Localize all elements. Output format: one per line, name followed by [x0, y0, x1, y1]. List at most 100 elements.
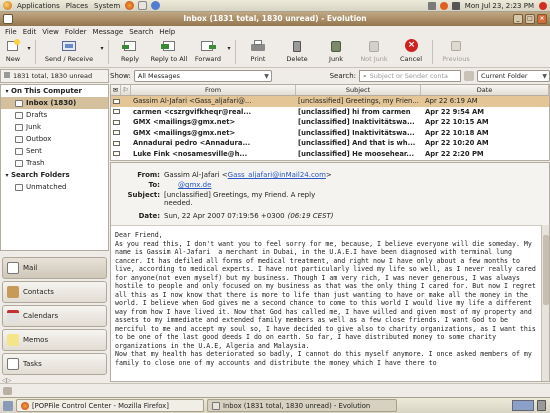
- message-row[interactable]: carmen <cszrgvifkheqr@real... [unclassifi…: [111, 107, 549, 118]
- message-date: Apr 22 6:19 AM: [425, 97, 478, 106]
- message-row[interactable]: Luke Fink <nosamesville@h... [unclassifie…: [111, 149, 549, 160]
- column-date[interactable]: Date: [421, 85, 549, 95]
- read-status-icon[interactable]: [111, 98, 121, 104]
- ubuntu-logo-icon[interactable]: [3, 1, 12, 10]
- network-tray-icon[interactable]: [427, 1, 436, 10]
- folder-unmatched[interactable]: Unmatched: [1, 181, 108, 193]
- not-junk-button[interactable]: Not Junk: [355, 37, 393, 67]
- print-button[interactable]: Print: [239, 37, 277, 67]
- read-status-icon[interactable]: [111, 151, 121, 157]
- message-row[interactable]: GMX <mailings@gmx.net> [unclassified] Ina…: [111, 128, 549, 139]
- folder-outbox[interactable]: Outbox: [1, 133, 108, 145]
- firefox-launcher-icon[interactable]: [125, 1, 135, 10]
- trash-applet-icon[interactable]: [537, 400, 546, 411]
- message-row[interactable]: Annadurai pedro <Annadura... [unclassifie…: [111, 138, 549, 149]
- mail-launcher-icon[interactable]: [138, 1, 148, 10]
- trash-folder-icon: [15, 159, 23, 167]
- send-receive-icon: [61, 39, 77, 53]
- switcher-calendars[interactable]: Calendars: [2, 305, 107, 327]
- clock[interactable]: Mon Jul 23, 2:23 PM: [462, 2, 537, 10]
- applications-menu[interactable]: Applications: [14, 2, 63, 10]
- evolution-window-icon[interactable]: [3, 14, 13, 24]
- tree-on-this-computer[interactable]: ▾ On This Computer: [1, 85, 108, 97]
- search-folder-icon: [15, 183, 23, 191]
- switcher-contacts[interactable]: Contacts: [2, 281, 107, 303]
- cancel-icon: ×: [403, 39, 419, 53]
- message-body[interactable]: Dear Friend, As you read this, I don't w…: [111, 225, 541, 381]
- previous-arrow-icon: [448, 39, 464, 53]
- new-button[interactable]: New: [0, 37, 26, 67]
- chevron-down-icon: ▼: [542, 73, 547, 80]
- power-icon[interactable]: [539, 1, 547, 10]
- menu-message[interactable]: Message: [90, 28, 127, 36]
- workspace-switcher[interactable]: [512, 400, 534, 411]
- new-dropdown-button[interactable]: ▾: [26, 37, 32, 67]
- sent-icon: [15, 147, 23, 155]
- volume-tray-icon[interactable]: [451, 1, 460, 10]
- folder-inbox[interactable]: Inbox (1830): [1, 97, 108, 109]
- column-from[interactable]: From: [131, 85, 296, 95]
- show-desktop-icon[interactable]: [3, 400, 13, 411]
- junk-button[interactable]: Junk: [317, 37, 355, 67]
- forward-icon: [200, 39, 216, 53]
- window-titlebar[interactable]: Inbox (1831 total, 1830 unread) - Evolut…: [0, 12, 550, 26]
- menu-view[interactable]: View: [39, 28, 62, 36]
- maximize-button[interactable]: □: [525, 14, 535, 24]
- read-status-icon[interactable]: [111, 109, 121, 115]
- menu-edit[interactable]: Edit: [20, 28, 40, 36]
- search-icon[interactable]: ⌕: [363, 72, 367, 81]
- expander-down-icon[interactable]: ▾: [3, 172, 11, 179]
- read-status-icon[interactable]: [111, 130, 121, 136]
- expander-down-icon[interactable]: ▾: [3, 88, 11, 95]
- status-column-icon[interactable]: ✉: [111, 85, 121, 95]
- clear-search-icon[interactable]: [464, 71, 474, 81]
- system-menu[interactable]: System: [91, 2, 123, 10]
- taskbar-firefox[interactable]: [POPFile Control Center - Mozilla Firefo…: [16, 399, 204, 412]
- places-menu[interactable]: Places: [63, 2, 91, 10]
- preview-scrollbar[interactable]: [541, 225, 549, 381]
- search-scope-combo[interactable]: Current Folder ▼: [477, 70, 550, 82]
- scrollbar-thumb[interactable]: [543, 235, 549, 305]
- switcher-tasks[interactable]: Tasks: [2, 353, 107, 375]
- cancel-button[interactable]: × Cancel: [393, 37, 429, 67]
- from-email-link[interactable]: Gass_aljafari@inMail24.com: [228, 171, 326, 179]
- menu-file[interactable]: File: [2, 28, 20, 36]
- folder-header-icon: [4, 72, 10, 78]
- send-receive-dropdown[interactable]: ▾: [99, 37, 105, 67]
- column-subject[interactable]: Subject: [296, 85, 421, 95]
- menu-search[interactable]: Search: [126, 28, 156, 36]
- show-filter-combo[interactable]: All Messages ▼: [133, 70, 272, 82]
- minimize-button[interactable]: _: [513, 14, 523, 24]
- preview-pane: From: Gassim Al-Jafari < Gass_aljafari@in…: [110, 162, 550, 382]
- close-window-button[interactable]: ×: [537, 14, 547, 24]
- attachment-column-icon[interactable]: ⚐: [121, 85, 131, 95]
- folder-trash[interactable]: Trash: [1, 157, 108, 169]
- message-row[interactable]: Gassim Al-Jafari <Gass_aljafari@... [uncl…: [111, 96, 549, 107]
- reply-all-button[interactable]: Reply to All: [148, 37, 190, 67]
- read-status-icon[interactable]: [111, 140, 121, 146]
- folder-sent[interactable]: Sent: [1, 145, 108, 157]
- search-input[interactable]: ⌕ Subject or Sender conta: [359, 70, 461, 82]
- message-row[interactable]: GMX <mailings@gmx.net> [unclassified] Ina…: [111, 117, 549, 128]
- forward-dropdown[interactable]: ▾: [226, 37, 232, 67]
- offline-toggle-icon[interactable]: [3, 387, 12, 395]
- menu-help[interactable]: Help: [156, 28, 178, 36]
- folder-drafts[interactable]: Drafts: [1, 109, 108, 121]
- to-email-link[interactable]: @gmx.de: [178, 181, 211, 189]
- taskbar-evolution[interactable]: Inbox (1831 total, 1830 unread) - Evolut…: [207, 399, 397, 412]
- bottom-panel: [POPFile Control Center - Mozilla Firefo…: [0, 397, 550, 413]
- reply-button[interactable]: Reply: [112, 37, 148, 67]
- switcher-mail[interactable]: Mail: [2, 257, 107, 279]
- envelope-icon: [112, 140, 120, 146]
- switcher-memos[interactable]: Memos: [2, 329, 107, 351]
- delete-button[interactable]: Delete: [277, 37, 317, 67]
- previous-button[interactable]: Previous: [436, 37, 476, 67]
- folder-junk[interactable]: Junk: [1, 121, 108, 133]
- menu-folder[interactable]: Folder: [62, 28, 90, 36]
- update-tray-icon[interactable]: [439, 1, 448, 10]
- send-receive-button[interactable]: Send / Receive: [39, 37, 99, 67]
- forward-button[interactable]: Forward: [190, 37, 226, 67]
- help-launcher-icon[interactable]: [151, 1, 161, 10]
- tree-search-folders[interactable]: ▾ Search Folders: [1, 169, 108, 181]
- read-status-icon[interactable]: [111, 119, 121, 125]
